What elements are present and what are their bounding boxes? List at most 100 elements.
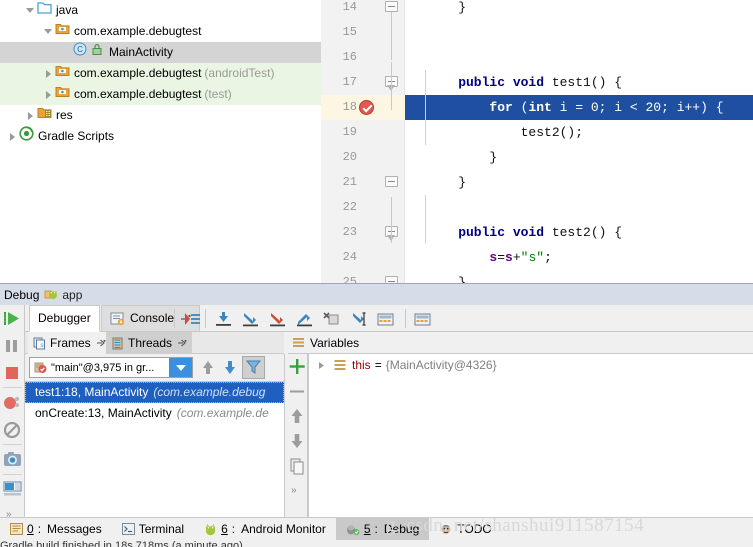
frame-method: onCreate:13, MainActivity xyxy=(35,406,172,420)
sub-tab-frames[interactable]: s Frames xyxy=(28,332,111,354)
gutter-line[interactable]: 22 xyxy=(321,195,405,220)
gutter-line[interactable]: 24 xyxy=(321,245,405,270)
code-line[interactable]: public void test1() { xyxy=(405,70,753,95)
editor-gutter[interactable]: 14151617181920212223242526 xyxy=(321,0,405,283)
sub-tab-threads[interactable]: Threads xyxy=(106,332,193,354)
move-watch-up-button[interactable] xyxy=(285,404,309,429)
status-tab-debug[interactable]: 5: Debug xyxy=(335,518,430,540)
frame-list-item[interactable]: test1:18, MainActivity (com.example.debug xyxy=(25,382,284,403)
code-editor[interactable]: 14151617181920212223242526 } public void… xyxy=(321,0,753,283)
status-tab-terminal[interactable]: Terminal xyxy=(112,518,194,540)
gutter-line[interactable]: 17 xyxy=(321,70,405,95)
force-step-into-button[interactable] xyxy=(268,310,287,328)
chevron-right-icon[interactable] xyxy=(42,84,55,105)
chevrons-right-icon[interactable]: » xyxy=(285,479,309,499)
code-line[interactable]: } xyxy=(405,170,753,195)
gutter-line[interactable]: 25 xyxy=(321,270,405,283)
next-frame-button[interactable] xyxy=(219,357,241,378)
code-line[interactable] xyxy=(405,45,753,70)
variable-row[interactable]: this = {MainActivity@4326} xyxy=(309,354,753,376)
variables-panel[interactable]: this = {MainActivity@4326} xyxy=(308,354,753,526)
mute-breakpoints-button[interactable] xyxy=(0,416,25,443)
tree-item-com-example-debugtest[interactable]: com.example.debugtest (test) xyxy=(0,84,321,105)
gutter-line[interactable]: 21 xyxy=(321,170,405,195)
fold-collapse-icon[interactable] xyxy=(385,276,398,283)
code-token: } xyxy=(427,275,467,283)
code-line[interactable]: } xyxy=(405,145,753,170)
chevron-right-icon[interactable] xyxy=(317,361,326,370)
frames-threads-tab-row[interactable]: s Frames Threads xyxy=(25,332,284,354)
pin-tab-icon[interactable] xyxy=(177,338,187,348)
view-breakpoints-button[interactable] xyxy=(0,389,25,416)
code-line[interactable]: } xyxy=(405,270,753,283)
chevron-down-icon[interactable] xyxy=(24,0,37,21)
gutter-line[interactable]: 19 xyxy=(321,120,405,145)
code-line[interactable]: public void test2() { xyxy=(405,220,753,245)
gutter-line[interactable]: 20 xyxy=(321,145,405,170)
show-execution-point-button[interactable] xyxy=(183,310,202,328)
project-tree[interactable]: java com.example.debugtest C MainActivity co… xyxy=(0,0,321,283)
run-to-cursor-button[interactable] xyxy=(349,310,368,328)
filter-frames-button[interactable] xyxy=(242,356,265,379)
frames-list[interactable]: test1:18, MainActivity (com.example.debug… xyxy=(25,381,284,527)
layout-inspector-button[interactable] xyxy=(0,476,25,503)
debug-run-toolbar[interactable]: » xyxy=(0,305,25,547)
chevron-right-icon[interactable] xyxy=(42,63,55,84)
code-line[interactable]: } xyxy=(405,0,753,20)
thread-selector-combo[interactable]: "main"@3,975 in gr... xyxy=(29,357,193,378)
step-over-button[interactable] xyxy=(214,310,233,328)
code-line[interactable]: test2(); xyxy=(405,120,753,145)
camera-icon[interactable] xyxy=(0,446,25,473)
breakpoint-icon[interactable] xyxy=(359,100,374,115)
gutter-line[interactable]: 23 xyxy=(321,220,405,245)
tab-debugger[interactable]: Debugger xyxy=(29,305,100,332)
plus-icon[interactable] xyxy=(285,354,309,379)
minus-icon[interactable] xyxy=(285,379,309,404)
chevron-right-icon[interactable] xyxy=(24,105,37,126)
evaluate-expression-button[interactable] xyxy=(413,310,432,328)
fold-collapse-icon[interactable] xyxy=(385,176,398,187)
move-watch-down-button[interactable] xyxy=(285,429,309,454)
frame-list-item[interactable]: onCreate:13, MainActivity (com.example.de xyxy=(25,403,284,424)
debug-title-app: app xyxy=(62,287,83,302)
code-line-execution-point[interactable]: for (int i = 0; i < 20; i++) { xyxy=(405,95,753,120)
tool-window-buttons[interactable]: 0: Messages Terminal 6: Android Monitor 5: Deb… xyxy=(0,518,502,540)
step-into-button[interactable] xyxy=(241,310,260,328)
gutter-line[interactable]: 14 xyxy=(321,0,405,20)
previous-frame-button[interactable] xyxy=(197,357,219,378)
fold-collapse-icon[interactable] xyxy=(385,1,398,12)
status-tab-todo[interactable]: TODO xyxy=(429,518,501,540)
tree-item-com-example-debugtest[interactable]: com.example.debugtest (androidTest) xyxy=(0,63,321,84)
copy-icon[interactable] xyxy=(285,454,309,479)
status-tab-messages[interactable]: 0: Messages xyxy=(0,518,112,540)
tree-item-java[interactable]: java xyxy=(0,0,321,21)
pin-tab-icon[interactable] xyxy=(96,338,106,348)
gutter-line[interactable]: 15 xyxy=(321,20,405,45)
debug-tool-window: Debug app » Debugger Console s Frames Th… xyxy=(0,283,753,547)
toolbar-divider xyxy=(405,309,406,328)
tree-item-com-example-debugtest[interactable]: com.example.debugtest xyxy=(0,21,321,42)
tree-item-gradle-scripts[interactable]: Gradle Scripts xyxy=(0,125,321,147)
chevron-down-icon[interactable] xyxy=(169,358,192,377)
thread-selector-row[interactable]: "main"@3,975 in gr... xyxy=(25,354,284,381)
code-line[interactable]: s=s+"s"; xyxy=(405,245,753,270)
tree-item-res[interactable]: res xyxy=(0,105,321,126)
chevron-right-icon[interactable] xyxy=(6,126,19,147)
stop-button[interactable] xyxy=(0,359,25,386)
tree-item-mainactivity[interactable]: C MainActivity xyxy=(0,42,321,63)
drop-frame-button[interactable] xyxy=(322,310,341,328)
watches-toolbar[interactable]: » xyxy=(284,354,308,527)
code-line[interactable] xyxy=(405,195,753,220)
code-token: test1() { xyxy=(551,75,623,90)
code-line[interactable] xyxy=(405,20,753,45)
status-tab-android-monitor[interactable]: 6: Android Monitor xyxy=(194,518,336,540)
editor-code-area[interactable]: } public void test1() { for (int i = 0; … xyxy=(405,0,753,283)
resume-program-button[interactable] xyxy=(0,305,25,332)
step-out-button[interactable] xyxy=(295,310,314,328)
chevron-down-icon[interactable] xyxy=(42,21,55,42)
gutter-line[interactable]: 18 xyxy=(321,95,405,120)
debugger-tab-row[interactable]: Debugger Console xyxy=(25,305,753,332)
pause-program-button[interactable] xyxy=(0,332,25,359)
gutter-line[interactable]: 16 xyxy=(321,45,405,70)
evaluate-expression-button[interactable] xyxy=(376,310,395,328)
